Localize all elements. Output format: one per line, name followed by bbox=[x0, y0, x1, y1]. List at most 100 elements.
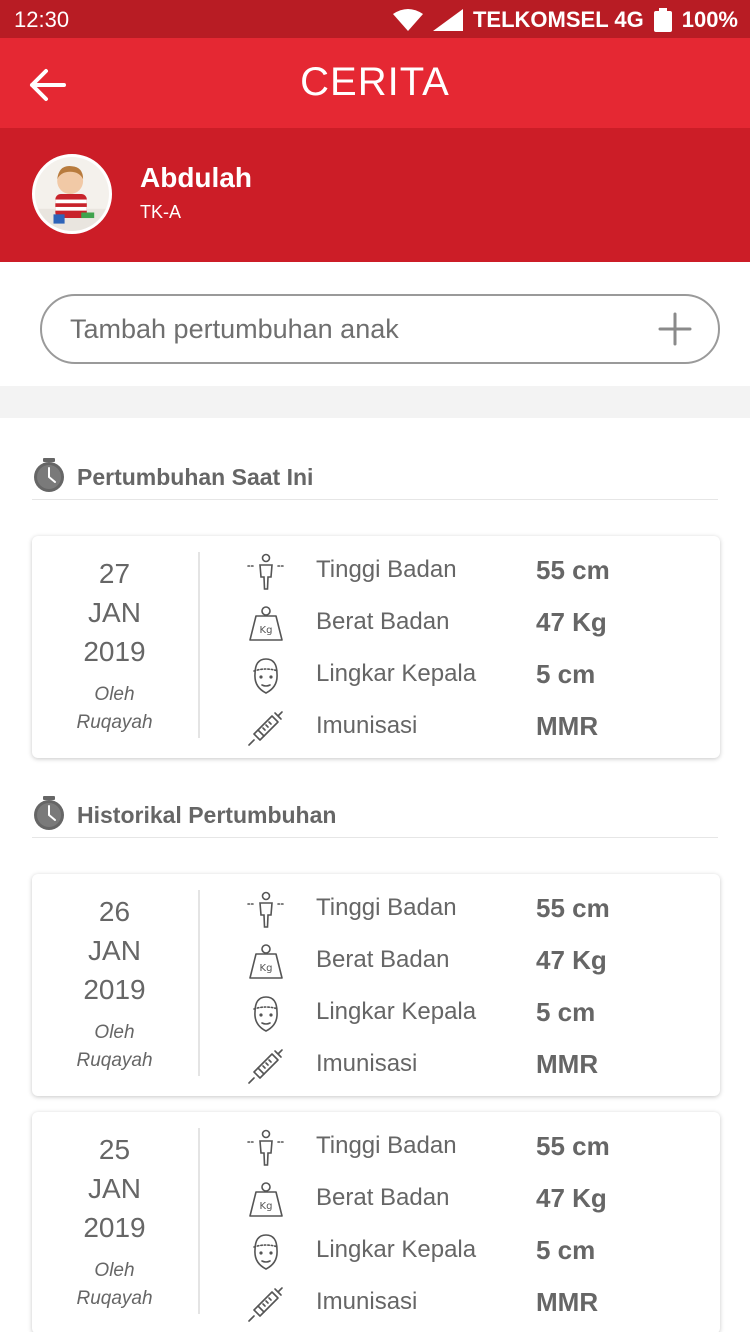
section-title: Historikal Pertumbuhan bbox=[77, 802, 337, 828]
immunization-row: Imunisasi MMR bbox=[242, 1044, 702, 1088]
carrier-label: TELKOMSEL 4G bbox=[472, 7, 644, 32]
weight-row: Kg Berat Badan 47 Kg bbox=[242, 940, 702, 984]
head-label: Lingkar Kepala bbox=[316, 660, 477, 687]
wifi-icon bbox=[392, 9, 423, 31]
height-icon bbox=[247, 1129, 285, 1166]
record-author: Ruqayah bbox=[76, 1288, 153, 1309]
record-by-label: Oleh bbox=[94, 1260, 135, 1281]
status-indicators: TELKOMSEL 4G 100% bbox=[392, 7, 738, 33]
head-circumference-row: Lingkar Kepala 5 cm bbox=[242, 654, 702, 698]
add-growth-field[interactable]: Tambah pertumbuhan anak bbox=[40, 294, 720, 364]
growth-record-card[interactable]: 27 JAN 2019 Oleh Ruqayah Tinggi Badan 55… bbox=[32, 536, 720, 758]
syringe-icon bbox=[248, 1049, 283, 1084]
immunization-label: Imunisasi bbox=[316, 712, 418, 739]
plus-icon[interactable] bbox=[658, 312, 692, 346]
head-value: 5 cm bbox=[536, 659, 596, 689]
height-label: Tinggi Badan bbox=[316, 894, 457, 921]
weight-icon: Kg bbox=[249, 606, 283, 641]
immunization-label: Imunisasi bbox=[316, 1050, 418, 1077]
head-icon bbox=[253, 658, 279, 694]
head-icon bbox=[253, 1234, 279, 1270]
record-day: 27 bbox=[98, 558, 131, 589]
head-label: Lingkar Kepala bbox=[316, 1236, 477, 1263]
head-label: Lingkar Kepala bbox=[316, 998, 477, 1025]
weight-value: 47 Kg bbox=[536, 1183, 607, 1213]
height-row: Tinggi Badan 55 cm bbox=[242, 888, 702, 932]
status-time: 12:30 bbox=[14, 7, 70, 32]
record-date: 27 JAN 2019 Oleh Ruqayah bbox=[32, 554, 197, 737]
growth-record-card[interactable]: 25 JAN 2019 Oleh Ruqayah Tinggi Badan 55… bbox=[32, 1112, 720, 1332]
child-class: TK-A bbox=[140, 202, 182, 222]
head-value: 5 cm bbox=[536, 1235, 596, 1265]
height-label: Tinggi Badan bbox=[316, 556, 457, 583]
clock-icon bbox=[34, 796, 64, 830]
battery-icon bbox=[653, 8, 672, 32]
syringe-icon bbox=[248, 1287, 283, 1322]
record-by-label: Oleh bbox=[94, 1022, 135, 1043]
child-name: Abdulah bbox=[140, 162, 252, 193]
card-divider bbox=[198, 890, 200, 1076]
page-title: CERITA bbox=[300, 60, 450, 104]
record-day: 26 bbox=[98, 896, 131, 927]
weight-label: Berat Badan bbox=[316, 1184, 450, 1211]
record-day: 25 bbox=[98, 1134, 131, 1165]
head-circumference-row: Lingkar Kepala 5 cm bbox=[242, 992, 702, 1036]
svg-text:Kg: Kg bbox=[260, 625, 273, 636]
record-date: 25 JAN 2019 Oleh Ruqayah bbox=[32, 1130, 197, 1313]
weight-row: Kg Berat Badan 47 Kg bbox=[242, 1178, 702, 1222]
record-month: JAN bbox=[88, 1173, 141, 1204]
weight-row: Kg Berat Badan 47 Kg bbox=[242, 602, 702, 646]
height-label: Tinggi Badan bbox=[316, 1132, 457, 1159]
svg-text:Kg: Kg bbox=[260, 1201, 273, 1212]
app-bar: CERITA bbox=[0, 38, 750, 128]
record-author: Ruqayah bbox=[76, 712, 153, 733]
record-year: 2019 bbox=[83, 974, 146, 1005]
section-divider bbox=[0, 386, 750, 418]
height-value: 55 cm bbox=[536, 893, 610, 923]
avatar[interactable] bbox=[32, 154, 112, 234]
child-photo-icon bbox=[35, 157, 109, 231]
syringe-icon bbox=[248, 711, 283, 746]
immunization-label: Imunisasi bbox=[316, 1288, 418, 1315]
status-bar: 12:30 TELKOMSEL 4G 100% bbox=[0, 0, 750, 38]
battery-level: 100% bbox=[681, 7, 738, 32]
weight-value: 47 Kg bbox=[536, 945, 607, 975]
record-date: 26 JAN 2019 Oleh Ruqayah bbox=[32, 892, 197, 1075]
section-title: Pertumbuhan Saat Ini bbox=[77, 464, 314, 490]
height-icon bbox=[247, 891, 285, 928]
weight-label: Berat Badan bbox=[316, 608, 450, 635]
immunization-value: MMR bbox=[536, 1287, 599, 1317]
weight-icon: Kg bbox=[249, 944, 283, 979]
svg-text:Kg: Kg bbox=[260, 963, 273, 974]
record-by-label: Oleh bbox=[94, 684, 135, 705]
weight-value: 47 Kg bbox=[536, 607, 607, 637]
record-year: 2019 bbox=[83, 636, 146, 667]
record-month: JAN bbox=[88, 597, 141, 628]
height-row: Tinggi Badan 55 cm bbox=[242, 1126, 702, 1170]
add-growth-placeholder: Tambah pertumbuhan anak bbox=[70, 314, 399, 344]
record-author: Ruqayah bbox=[76, 1050, 153, 1071]
record-year: 2019 bbox=[83, 1212, 146, 1243]
height-value: 55 cm bbox=[536, 555, 610, 585]
head-icon bbox=[253, 996, 279, 1032]
head-value: 5 cm bbox=[536, 997, 596, 1027]
immunization-row: Imunisasi MMR bbox=[242, 1282, 702, 1326]
record-month: JAN bbox=[88, 935, 141, 966]
immunization-value: MMR bbox=[536, 1049, 599, 1079]
height-row: Tinggi Badan 55 cm bbox=[242, 550, 702, 594]
height-value: 55 cm bbox=[536, 1131, 610, 1161]
section-growth-history: Historikal Pertumbuhan bbox=[32, 778, 718, 838]
growth-record-card[interactable]: 26 JAN 2019 Oleh Ruqayah Tinggi Badan 55… bbox=[32, 874, 720, 1096]
child-profile: Abdulah TK-A bbox=[0, 128, 750, 262]
card-divider bbox=[198, 552, 200, 738]
signal-icon bbox=[432, 9, 463, 31]
weight-label: Berat Badan bbox=[316, 946, 450, 973]
immunization-value: MMR bbox=[536, 711, 599, 741]
head-circumference-row: Lingkar Kepala 5 cm bbox=[242, 1230, 702, 1274]
card-divider bbox=[198, 1128, 200, 1314]
section-current-growth: Pertumbuhan Saat Ini bbox=[32, 440, 718, 500]
weight-icon: Kg bbox=[249, 1182, 283, 1217]
height-icon bbox=[247, 553, 285, 590]
clock-icon bbox=[34, 458, 64, 492]
immunization-row: Imunisasi MMR bbox=[242, 706, 702, 750]
